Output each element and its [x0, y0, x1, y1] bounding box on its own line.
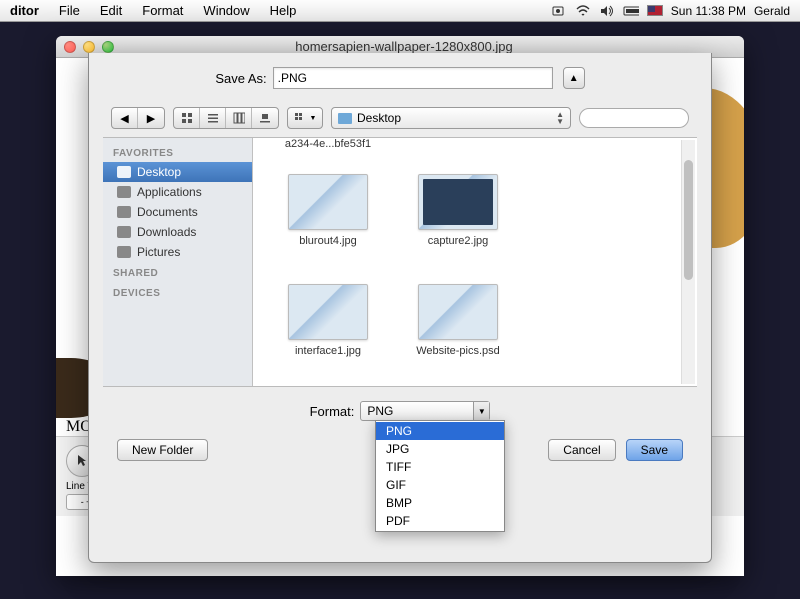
location-label: Desktop [357, 111, 401, 125]
file-label: blurout4.jpg [299, 235, 357, 247]
sidebar: FAVORITES Desktop Applications Documents… [103, 138, 253, 386]
format-value: PNG [367, 404, 393, 418]
scroll-thumb[interactable] [684, 160, 693, 280]
save-as-label: Save As: [215, 71, 266, 86]
sidebar-shared-header: SHARED [103, 262, 252, 282]
sidebar-item-desktop[interactable]: Desktop [103, 162, 252, 182]
file-label: capture2.jpg [428, 235, 489, 247]
save-dialog-sheet: Save As: ▲ ◀ ▶ ▼ Desktop ▲▼ [88, 53, 712, 563]
column-view-button[interactable] [226, 108, 252, 128]
input-source-flag-icon[interactable] [647, 5, 663, 16]
file-browser[interactable]: a234-4e...bfe53f1 blurout4.jpg capture2.… [253, 138, 697, 386]
file-item[interactable]: blurout4.jpg [263, 168, 393, 278]
file-label: a234-4e...bfe53f1 [285, 138, 371, 150]
location-popup[interactable]: Desktop ▲▼ [331, 107, 571, 129]
file-thumbnail [418, 284, 498, 340]
cancel-button[interactable]: Cancel [548, 439, 615, 461]
file-item[interactable]: Website-pics.psd [393, 278, 523, 386]
applications-icon [117, 186, 131, 198]
back-button[interactable]: ◀ [112, 108, 138, 128]
file-item[interactable]: a234-4e...bfe53f1 [263, 138, 393, 168]
zoom-window-button[interactable] [102, 41, 114, 53]
app-menu[interactable]: ditor [0, 3, 49, 18]
menu-edit[interactable]: Edit [90, 3, 132, 18]
sidebar-item-label: Applications [137, 185, 202, 199]
format-label: Format: [310, 404, 355, 419]
menu-format[interactable]: Format [132, 3, 193, 18]
sidebar-favorites-header: FAVORITES [103, 142, 252, 162]
chevron-down-icon: ▼ [473, 402, 489, 420]
view-mode-segment [173, 107, 279, 129]
screen-record-icon[interactable] [551, 3, 567, 19]
format-option-pdf[interactable]: PDF [376, 512, 504, 530]
desktop-icon [117, 166, 131, 178]
format-option-tiff[interactable]: TIFF [376, 458, 504, 476]
icon-view-button[interactable] [174, 108, 200, 128]
volume-icon[interactable] [599, 3, 615, 19]
sidebar-item-label: Documents [137, 205, 198, 219]
menu-file[interactable]: File [49, 3, 90, 18]
menu-help[interactable]: Help [260, 3, 307, 18]
browser-toolbar: ◀ ▶ ▼ Desktop ▲▼ 🔍 [103, 103, 697, 133]
sidebar-item-label: Downloads [137, 225, 196, 239]
list-view-button[interactable] [200, 108, 226, 128]
sidebar-item-label: Pictures [137, 245, 180, 259]
minimize-window-button[interactable] [83, 41, 95, 53]
downloads-icon [117, 226, 131, 238]
sidebar-item-downloads[interactable]: Downloads [103, 222, 252, 242]
format-dropdown-menu: PNG JPG TIFF GIF BMP PDF [375, 420, 505, 532]
collapse-dialog-button[interactable]: ▲ [563, 67, 585, 89]
forward-button[interactable]: ▶ [138, 108, 164, 128]
wifi-icon[interactable] [575, 3, 591, 19]
menu-window[interactable]: Window [193, 3, 259, 18]
coverflow-view-button[interactable] [252, 108, 278, 128]
window-title: homersapien-wallpaper-1280x800.jpg [114, 39, 744, 54]
file-item[interactable]: capture2.jpg [393, 168, 523, 278]
close-window-button[interactable] [64, 41, 76, 53]
file-thumbnail [418, 174, 498, 230]
documents-icon [117, 206, 131, 218]
save-as-input[interactable] [273, 67, 553, 89]
format-option-jpg[interactable]: JPG [376, 440, 504, 458]
sidebar-item-applications[interactable]: Applications [103, 182, 252, 202]
sidebar-item-pictures[interactable]: Pictures [103, 242, 252, 262]
pictures-icon [117, 246, 131, 258]
search-input[interactable] [579, 108, 689, 128]
clock[interactable]: Sun 11:38 PM [671, 4, 746, 18]
format-option-png[interactable]: PNG [376, 422, 504, 440]
updown-arrows-icon: ▲▼ [556, 111, 564, 125]
scrollbar[interactable] [681, 140, 695, 384]
save-button[interactable]: Save [626, 439, 683, 461]
file-item[interactable] [393, 138, 523, 168]
user-menu[interactable]: Gerald [754, 4, 790, 18]
sidebar-item-documents[interactable]: Documents [103, 202, 252, 222]
file-thumbnail [288, 284, 368, 340]
sidebar-devices-header: DEVICES [103, 282, 252, 302]
format-option-gif[interactable]: GIF [376, 476, 504, 494]
file-label: Website-pics.psd [416, 345, 500, 357]
battery-icon[interactable] [623, 3, 639, 19]
file-item[interactable]: interface1.jpg [263, 278, 393, 386]
file-thumbnail [288, 174, 368, 230]
format-option-bmp[interactable]: BMP [376, 494, 504, 512]
new-folder-button[interactable]: New Folder [117, 439, 208, 461]
format-select[interactable]: PNG ▼ [360, 401, 490, 421]
menubar: ditor File Edit Format Window Help Sun 1… [0, 0, 800, 22]
folder-icon [338, 113, 352, 124]
arrange-button[interactable]: ▼ [288, 108, 322, 128]
nav-back-forward: ◀ ▶ [111, 107, 165, 129]
arrange-segment: ▼ [287, 107, 323, 129]
sidebar-item-label: Desktop [137, 165, 181, 179]
file-label: interface1.jpg [295, 345, 361, 357]
